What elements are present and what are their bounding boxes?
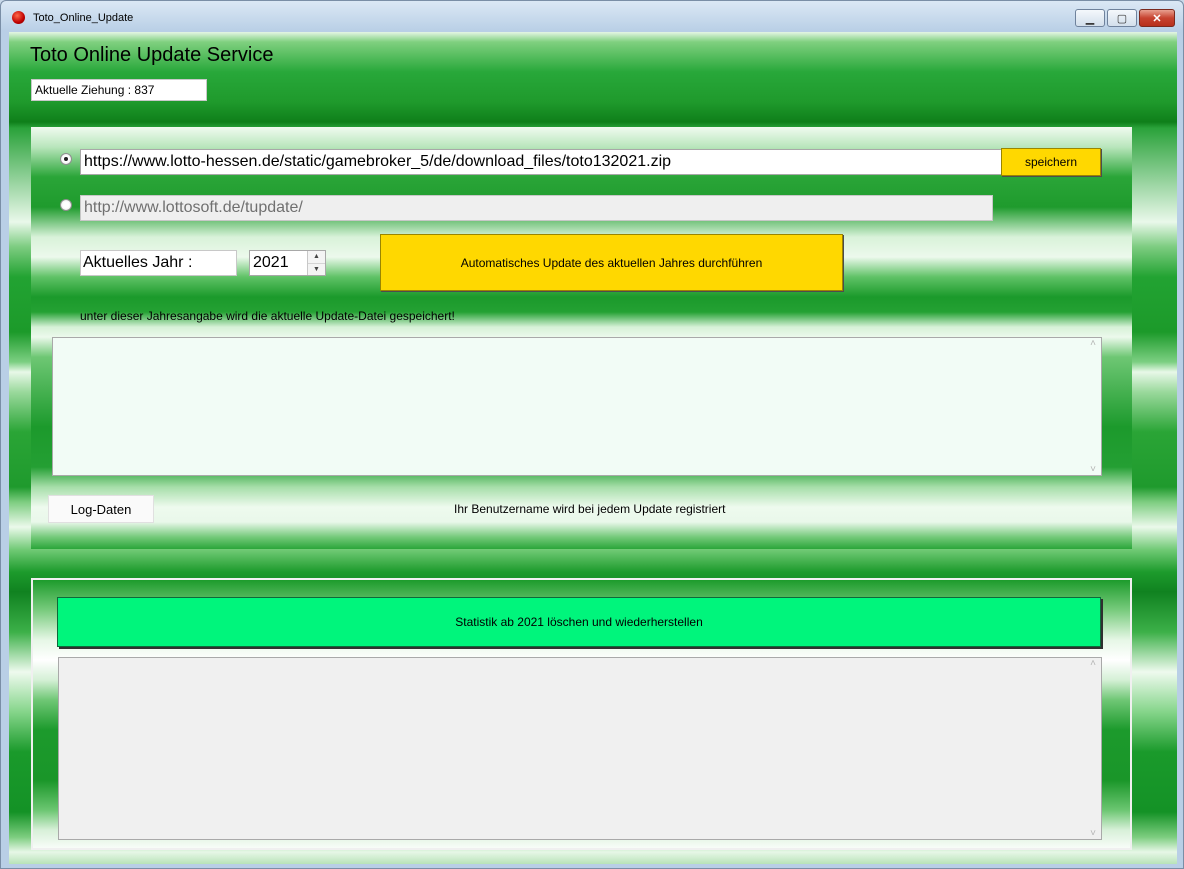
delete-restore-statistics-button[interactable]: Statistik ab 2021 löschen und wiederhers… xyxy=(57,597,1101,647)
maximize-icon: ▢ xyxy=(1116,12,1128,25)
main-window: Toto_Online_Update ▁ ▢ ✕ Toto Online Upd… xyxy=(0,0,1184,869)
minimize-button[interactable]: ▁ xyxy=(1075,9,1105,27)
save-button[interactable]: speichern xyxy=(1001,148,1101,176)
year-value: 2021 xyxy=(253,254,289,271)
current-draw-field: Aktuelle Ziehung : 837 xyxy=(31,79,207,101)
current-year-label: Aktuelles Jahr : xyxy=(80,250,237,276)
log-data-button[interactable]: Log-Daten xyxy=(48,495,154,523)
year-hint-text: unter dieser Jahresangabe wird die aktue… xyxy=(80,309,455,323)
title-bar[interactable]: Toto_Online_Update ▁ ▢ ✕ xyxy=(1,1,1183,33)
statistics-scrollbar[interactable]: ˄ ˅ xyxy=(1085,658,1101,839)
scroll-up-icon[interactable]: ˄ xyxy=(1090,658,1096,669)
spin-down-icon[interactable]: ▼ xyxy=(308,264,325,276)
spin-up-icon[interactable]: ▲ xyxy=(308,251,325,264)
page-title: Toto Online Update Service xyxy=(30,44,274,66)
scroll-down-icon[interactable]: ˅ xyxy=(1090,464,1096,475)
log-scrollbar[interactable]: ˄ ˅ xyxy=(1085,338,1101,475)
radio-primary-source[interactable] xyxy=(60,153,72,165)
primary-url-input[interactable]: https://www.lotto-hessen.de/static/gameb… xyxy=(80,149,1023,175)
statistics-output-textarea[interactable]: ˄ ˅ xyxy=(58,657,1102,840)
year-spinner[interactable]: 2021 ▲ ▼ xyxy=(249,250,326,276)
maximize-button[interactable]: ▢ xyxy=(1107,9,1137,27)
statistics-panel: Statistik ab 2021 löschen und wiederhers… xyxy=(31,578,1132,850)
radio-secondary-source[interactable] xyxy=(60,199,72,211)
update-log-textarea[interactable]: ˄ ˅ xyxy=(52,337,1102,476)
secondary-url-input[interactable]: http://www.lottosoft.de/tupdate/ xyxy=(80,195,993,221)
year-spinner-buttons[interactable]: ▲ ▼ xyxy=(307,251,325,275)
scroll-down-icon[interactable]: ˅ xyxy=(1090,828,1096,839)
close-button[interactable]: ✕ xyxy=(1139,9,1175,27)
app-icon xyxy=(12,11,25,24)
update-panel: https://www.lotto-hessen.de/static/gameb… xyxy=(31,127,1132,549)
minimize-icon: ▁ xyxy=(1085,12,1095,25)
username-notice: Ihr Benutzername wird bei jedem Update r… xyxy=(454,502,726,516)
window-title: Toto_Online_Update xyxy=(33,12,134,24)
close-icon: ✕ xyxy=(1152,12,1162,25)
client-area: Toto Online Update Service Aktuelle Zieh… xyxy=(9,32,1177,864)
auto-update-button[interactable]: Automatisches Update des aktuellen Jahre… xyxy=(380,234,843,291)
scroll-up-icon[interactable]: ˄ xyxy=(1090,338,1096,349)
